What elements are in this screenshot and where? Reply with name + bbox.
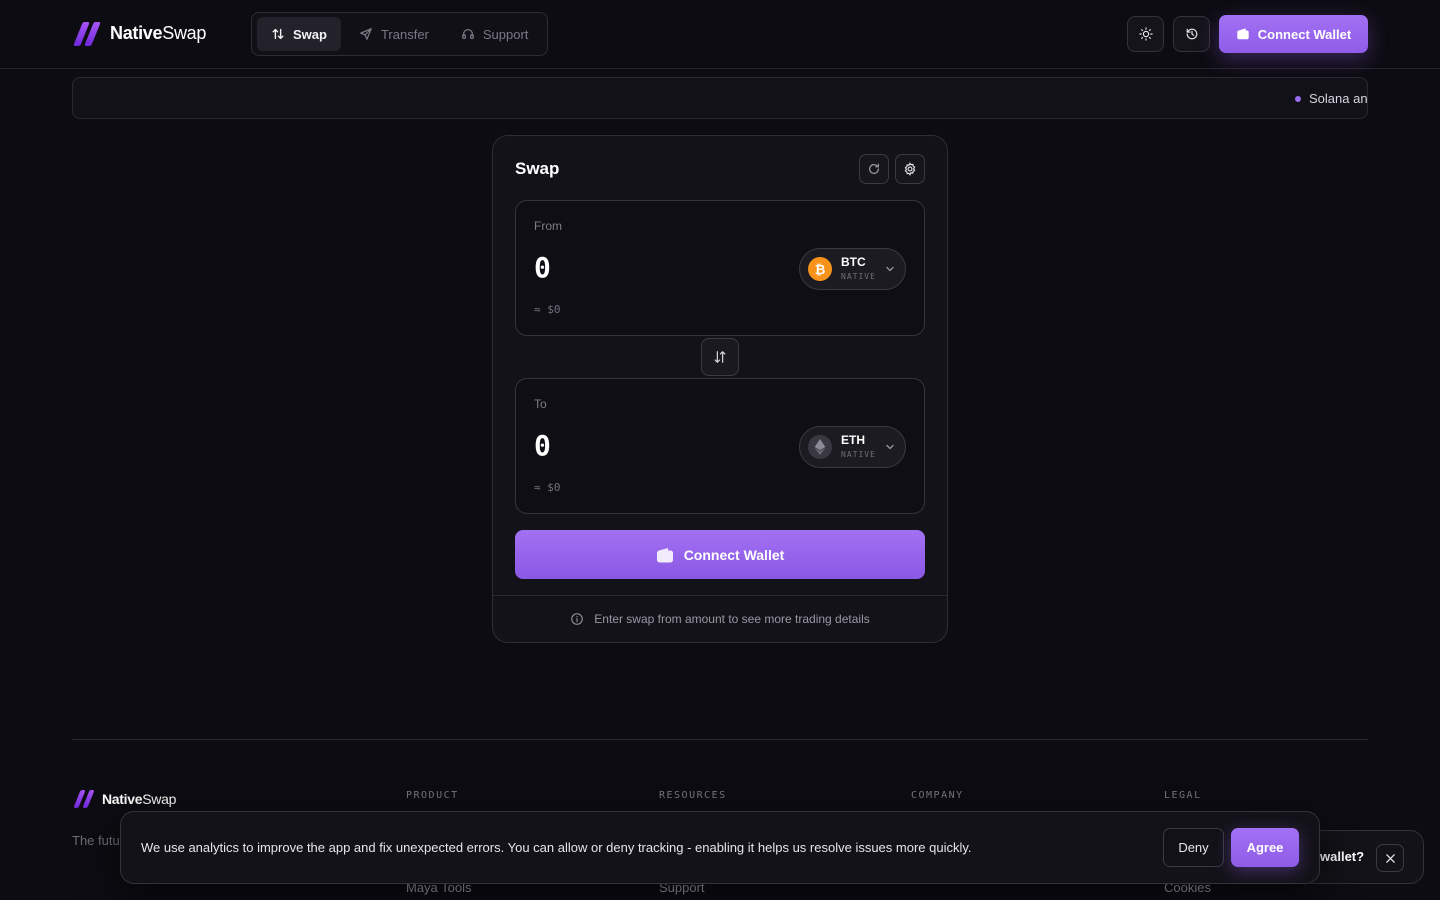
footer-brand-regular: Swap bbox=[142, 791, 177, 807]
to-token-network: NATIVE bbox=[841, 450, 876, 459]
swap-arrows-icon bbox=[272, 28, 284, 40]
gear-icon bbox=[904, 162, 916, 176]
to-usd-value: ≈ $0 bbox=[534, 481, 561, 494]
theme-toggle-button[interactable] bbox=[1127, 16, 1164, 52]
footer-divider bbox=[72, 739, 1368, 740]
cookie-consent-banner: We use analytics to improve the app and … bbox=[120, 811, 1320, 884]
chevron-down-icon bbox=[886, 266, 894, 272]
footer-heading-resources: RESOURCES bbox=[659, 790, 727, 801]
footer-heading-company: COMPANY bbox=[911, 790, 964, 801]
footer-tagline: The futu bbox=[72, 833, 120, 848]
deny-button[interactable]: Deny bbox=[1163, 828, 1224, 867]
main-nav: Swap Transfer Support bbox=[251, 12, 548, 56]
to-panel: To 0 ≈ $0 ETH NATIVE bbox=[515, 378, 925, 514]
refresh-icon bbox=[869, 163, 879, 174]
connect-wallet-header-label: Connect Wallet bbox=[1257, 26, 1352, 42]
nav-support-label: Support bbox=[482, 26, 529, 42]
cookie-message: We use analytics to improve the app and … bbox=[141, 840, 972, 855]
from-amount-input[interactable]: 0 bbox=[534, 251, 551, 284]
close-icon bbox=[1385, 853, 1395, 863]
nav-swap-label: Swap bbox=[293, 26, 327, 42]
to-amount-output: 0 bbox=[534, 429, 551, 462]
swap-vertical-icon bbox=[714, 351, 726, 363]
logo-mark-icon bbox=[73, 789, 95, 809]
wallet-icon bbox=[656, 547, 673, 562]
from-label: From bbox=[534, 219, 562, 233]
trading-details-text: Enter swap from amount to see more tradi… bbox=[594, 612, 870, 626]
swap-title: Swap bbox=[515, 159, 560, 178]
eth-icon bbox=[808, 435, 832, 459]
nav-transfer[interactable]: Transfer bbox=[345, 17, 443, 51]
brand-name-regular: Swap bbox=[162, 22, 207, 43]
history-button[interactable] bbox=[1173, 16, 1210, 52]
footer-brand-bold: Native bbox=[102, 791, 143, 807]
chevron-down-icon bbox=[886, 444, 894, 450]
headset-icon bbox=[462, 29, 474, 39]
ticker-text: Solana an bbox=[1309, 91, 1368, 106]
news-ticker: Solana an bbox=[72, 77, 1368, 119]
footer-heading-legal: LEGAL bbox=[1164, 790, 1202, 801]
to-label: To bbox=[534, 397, 547, 411]
wallet-icon bbox=[1237, 28, 1249, 40]
brand-name-bold: Native bbox=[110, 22, 163, 43]
agree-button[interactable]: Agree bbox=[1231, 828, 1299, 867]
to-token-selector[interactable]: ETH NATIVE bbox=[799, 426, 906, 468]
nav-swap[interactable]: Swap bbox=[257, 17, 341, 51]
connect-wallet-header-button[interactable]: Connect Wallet bbox=[1219, 15, 1368, 53]
from-token-network: NATIVE bbox=[841, 272, 876, 281]
from-usd-value: ≈ $0 bbox=[534, 303, 561, 316]
from-token-symbol: BTC bbox=[841, 255, 866, 269]
from-token-selector[interactable]: ₿ BTC NATIVE bbox=[799, 248, 906, 290]
switch-direction-button[interactable] bbox=[701, 338, 739, 376]
brand-logo[interactable]: NativeSwap bbox=[73, 20, 207, 46]
nav-transfer-label: Transfer bbox=[380, 26, 429, 42]
to-token-symbol: ETH bbox=[841, 433, 865, 447]
swap-card: Swap From 0 ≈ $0 ₿ BTC NATIVE To 0 ≈ $0 bbox=[492, 135, 948, 643]
logo-mark-icon bbox=[73, 20, 101, 46]
ticker-item[interactable]: Solana an bbox=[1295, 91, 1368, 106]
ticker-dot-icon bbox=[1295, 95, 1301, 102]
settings-button[interactable] bbox=[895, 154, 925, 184]
from-panel: From 0 ≈ $0 ₿ BTC NATIVE bbox=[515, 200, 925, 336]
top-header: NativeSwap Swap Transfer Support Connect… bbox=[0, 0, 1440, 69]
wallet-help-text[interactable]: wallet? bbox=[1320, 849, 1364, 864]
wallet-help-close-button[interactable] bbox=[1376, 844, 1404, 872]
footer-logo[interactable]: NativeSwap bbox=[73, 789, 177, 809]
btc-icon: ₿ bbox=[808, 257, 832, 281]
footer-heading-product: PRODUCT bbox=[406, 790, 459, 801]
sun-icon bbox=[1138, 27, 1153, 41]
trading-details-hint: Enter swap from amount to see more tradi… bbox=[493, 612, 947, 626]
info-icon bbox=[571, 613, 584, 625]
history-icon bbox=[1186, 28, 1197, 40]
send-icon bbox=[360, 28, 372, 40]
card-divider bbox=[493, 595, 947, 596]
nav-support[interactable]: Support bbox=[447, 17, 543, 51]
connect-wallet-label: Connect Wallet bbox=[683, 546, 785, 563]
refresh-button[interactable] bbox=[859, 154, 889, 184]
connect-wallet-button[interactable]: Connect Wallet bbox=[515, 530, 925, 579]
